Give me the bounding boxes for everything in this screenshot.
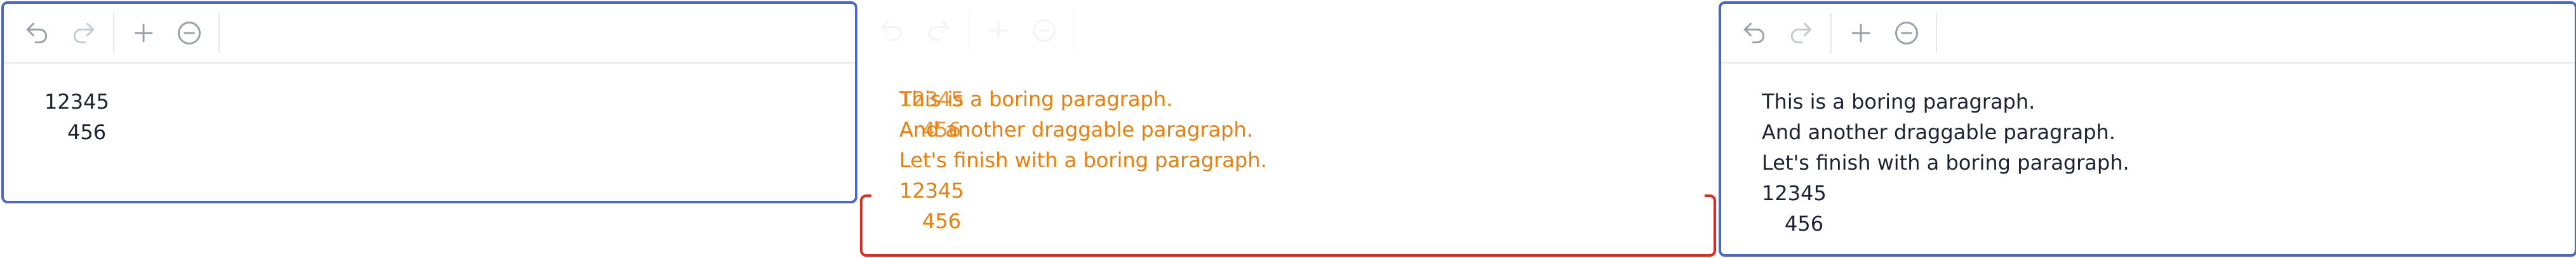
add-button[interactable] — [1847, 19, 1875, 47]
paragraph[interactable]: 12345 — [44, 86, 109, 117]
overlapping-content: 12345 456 — [899, 84, 964, 145]
redo-icon — [928, 20, 949, 41]
redo-button[interactable] — [1787, 19, 1815, 47]
plus-icon — [1851, 24, 1870, 43]
editor-toolbar — [1721, 4, 2575, 64]
redo-icon — [73, 22, 95, 44]
redo-button — [925, 17, 953, 44]
toolbar-separator — [113, 13, 114, 53]
redo-button[interactable] — [70, 19, 98, 47]
toolbar-separator — [1830, 13, 1832, 53]
minus-circle-icon — [178, 22, 201, 44]
toolbar-separator — [218, 13, 220, 53]
editor-drag-preview: This is a boring paragraph. And another … — [859, 1, 1717, 257]
remove-button[interactable] — [1893, 19, 1921, 47]
paragraph: Let's finish with a boring paragraph. — [899, 148, 1267, 172]
undo-icon — [881, 20, 902, 41]
paragraph: 12345 — [899, 87, 964, 111]
paragraph[interactable]: 456 — [44, 117, 109, 147]
minus-circle-icon — [1895, 22, 1918, 44]
editor-toolbar — [859, 1, 1717, 60]
remove-button[interactable] — [175, 19, 203, 47]
toolbar-separator — [968, 10, 969, 51]
redo-icon — [1790, 22, 1812, 44]
remove-button — [1030, 17, 1058, 44]
minus-circle-icon — [1033, 19, 1056, 42]
editor-left[interactable]: 12345 456 — [1, 1, 857, 203]
undo-button — [878, 17, 906, 44]
editor-content[interactable]: 12345 456 — [44, 86, 109, 147]
undo-icon — [26, 22, 48, 44]
editor-content[interactable]: This is a boring paragraph. And another … — [1762, 86, 2130, 239]
paragraph[interactable]: Let's finish with a boring paragraph. — [1762, 147, 2130, 178]
plus-icon — [989, 21, 1008, 40]
toolbar-separator — [1936, 13, 1937, 53]
toolbar-separator — [1073, 10, 1075, 51]
plus-icon — [134, 24, 153, 43]
paragraph[interactable]: This is a boring paragraph. — [1762, 86, 2130, 117]
paragraph: 456 — [922, 118, 962, 142]
undo-icon — [1743, 22, 1765, 44]
undo-button[interactable] — [23, 19, 51, 47]
paragraph[interactable]: 456 — [1762, 208, 2130, 239]
undo-button[interactable] — [1740, 19, 1768, 47]
add-button — [984, 17, 1012, 44]
drop-target-frame — [860, 194, 1716, 257]
paragraph[interactable]: 12345 — [1762, 178, 2130, 208]
editor-toolbar — [4, 4, 855, 64]
add-button[interactable] — [130, 19, 158, 47]
paragraph[interactable]: And another draggable paragraph. — [1762, 117, 2130, 147]
editor-right[interactable]: This is a boring paragraph. And another … — [1719, 1, 2576, 257]
